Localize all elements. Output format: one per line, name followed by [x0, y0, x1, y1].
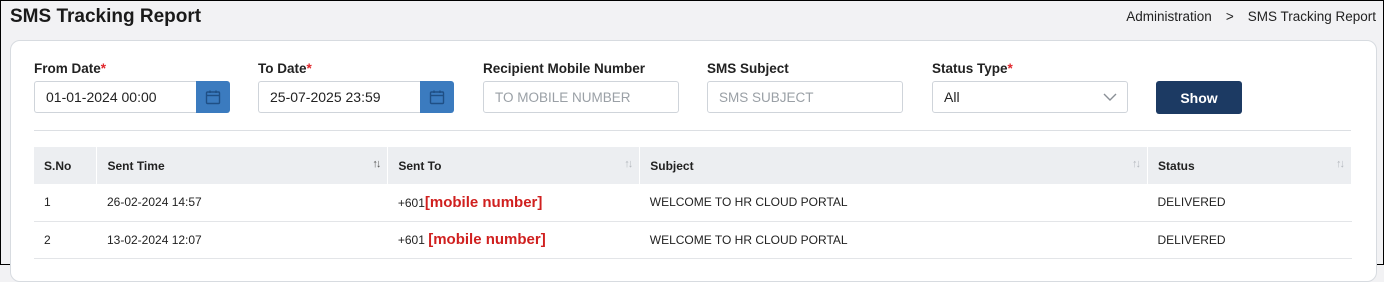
- status-type-select[interactable]: All: [932, 81, 1128, 113]
- recipient-field: Recipient Mobile Number: [483, 61, 645, 79]
- table-row: 2 13-02-2024 12:07 +601 [mobile number] …: [34, 221, 1352, 258]
- show-button[interactable]: Show: [1156, 81, 1242, 114]
- from-date-calendar-button[interactable]: [196, 81, 230, 113]
- to-date-calendar-button[interactable]: [420, 81, 454, 113]
- cell-sent-time: 13-02-2024 12:07: [106, 232, 202, 247]
- page-title: SMS Tracking Report: [10, 6, 202, 27]
- cell-status: DELIVERED: [1157, 232, 1226, 247]
- cell-status: DELIVERED: [1157, 195, 1226, 210]
- sort-icon[interactable]: ↑↓: [624, 158, 633, 170]
- to-date-label: To Date*: [258, 61, 312, 76]
- chevron-down-icon: [1103, 93, 1117, 101]
- masked-mobile-number: [mobile number]: [424, 193, 543, 211]
- column-header-sent-to[interactable]: Sent To ↑↓: [387, 147, 641, 184]
- filter-divider: [34, 130, 1351, 131]
- column-header-sent-time[interactable]: Sent Time ↑↓: [96, 147, 389, 184]
- sort-icon[interactable]: ↑↓: [1132, 158, 1141, 170]
- calendar-icon: [429, 90, 445, 105]
- table-header-row: S.No Sent Time ↑↓ Sent To ↑↓ Subject ↑↓ Sta…: [34, 147, 1352, 184]
- recipient-label: Recipient Mobile Number: [483, 61, 646, 76]
- cell-sent-time: 26-02-2024 14:57: [106, 195, 202, 210]
- calendar-icon: [205, 90, 221, 105]
- breadcrumb-separator: >: [1225, 9, 1234, 24]
- sort-icon[interactable]: ↑↓: [372, 158, 381, 170]
- breadcrumb-administration[interactable]: Administration: [1126, 9, 1212, 24]
- sms-subject-input[interactable]: SMS SUBJECT: [707, 81, 903, 113]
- sms-subject-label: SMS Subject: [707, 61, 789, 76]
- status-type-field: Status Type*: [932, 61, 1013, 79]
- masked-mobile-number: [mobile number]: [428, 231, 546, 248]
- breadcrumb-current: SMS Tracking Report: [1247, 9, 1376, 24]
- column-header-status[interactable]: Status ↑↓: [1147, 147, 1352, 184]
- from-date-label: From Date*: [34, 61, 107, 76]
- cell-sno: 2: [44, 232, 51, 247]
- cell-subject: WELCOME TO HR CLOUD PORTAL: [649, 232, 848, 247]
- status-type-label: Status Type*: [932, 61, 1013, 76]
- to-date-input[interactable]: 25-07-2025 23:59: [258, 81, 420, 113]
- cell-subject: WELCOME TO HR CLOUD PORTAL: [649, 195, 848, 210]
- recipient-placeholder: TO MOBILE NUMBER: [495, 89, 631, 105]
- sms-tracking-table: S.No Sent Time ↑↓ Sent To ↑↓ Subject ↑↓ Sta…: [34, 147, 1352, 259]
- table-row: 1 26-02-2024 14:57 +601[mobile number] W…: [34, 184, 1352, 221]
- report-card: From Date* 01-01-2024 00:00 To Date* 25-…: [10, 40, 1377, 282]
- sort-icon[interactable]: ↑↓: [1336, 158, 1345, 170]
- from-date-input[interactable]: 01-01-2024 00:00: [34, 81, 196, 113]
- recipient-mobile-input[interactable]: TO MOBILE NUMBER: [483, 81, 679, 113]
- status-type-value: All: [944, 89, 960, 105]
- column-header-subject[interactable]: Subject ↑↓: [639, 147, 1149, 184]
- sms-subject-placeholder: SMS SUBJECT: [719, 89, 814, 105]
- column-header-sno: S.No: [34, 147, 98, 184]
- breadcrumb: Administration > SMS Tracking Report: [1126, 9, 1376, 24]
- cell-sent-to: +601 [mobile number]: [397, 231, 546, 248]
- cell-sent-to: +601[mobile number]: [397, 193, 543, 211]
- to-date-field: To Date*: [258, 61, 312, 79]
- cell-sno: 1: [44, 195, 51, 210]
- from-date-field: From Date*: [34, 61, 106, 79]
- sms-subject-field: SMS Subject: [707, 61, 789, 79]
